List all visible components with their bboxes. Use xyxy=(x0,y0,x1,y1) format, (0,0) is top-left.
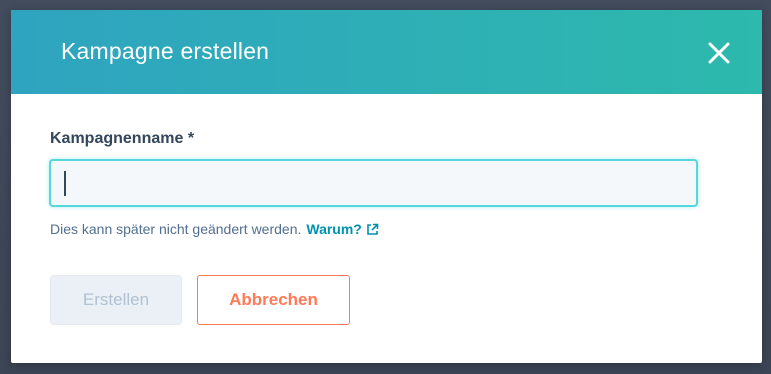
dialog-title: Kampagne erstellen xyxy=(61,38,270,64)
external-link-icon[interactable] xyxy=(366,223,379,236)
help-text-row: Dies kann später nicht geändert werden. … xyxy=(50,221,379,237)
help-text: Dies kann später nicht geändert werden. xyxy=(50,221,302,237)
text-cursor xyxy=(64,171,66,196)
cancel-button[interactable]: Abbrechen xyxy=(197,275,350,325)
dialog-header: Kampagne erstellen xyxy=(11,10,762,94)
campaign-name-label: Kampagnenname * xyxy=(50,130,195,147)
campaign-name-input[interactable] xyxy=(49,159,698,207)
why-link[interactable]: Warum? xyxy=(306,221,361,237)
close-button[interactable] xyxy=(704,38,734,68)
create-button[interactable]: Erstellen xyxy=(50,275,182,325)
close-icon xyxy=(708,42,730,64)
